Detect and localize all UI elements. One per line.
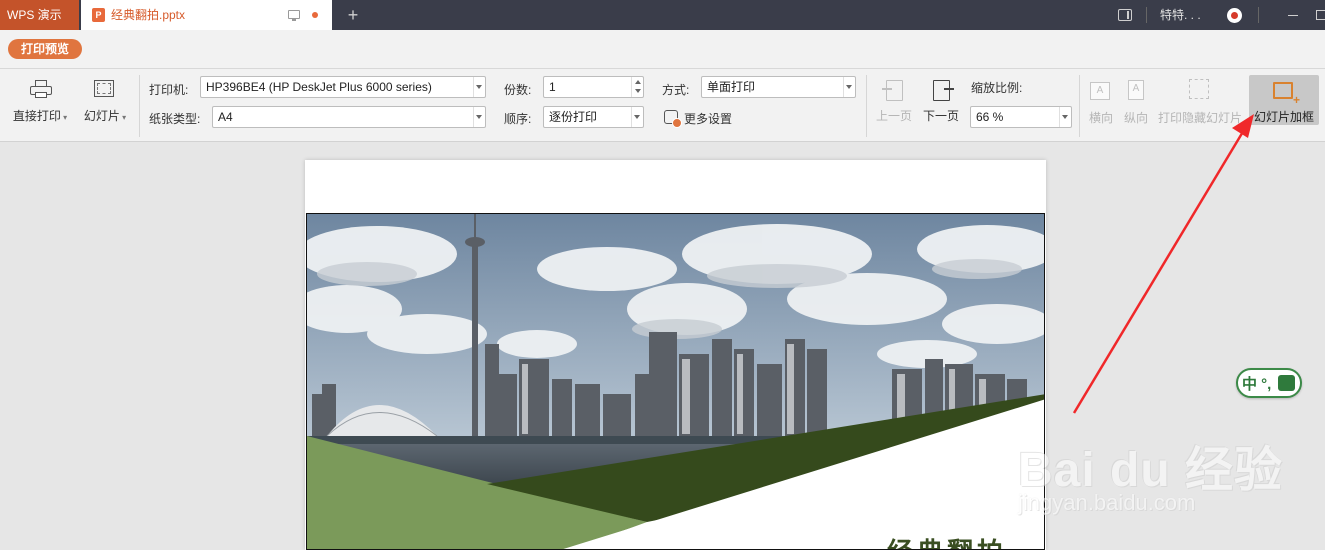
prev-page-button[interactable]: 上一页 [872,75,916,135]
frame-slides-text: 幻灯片加框 [1249,75,1319,125]
slide-preview: 经典翻拍 [306,213,1045,550]
city-skyline-image [307,214,1044,549]
order-value: 逐份打印 [549,110,598,124]
title-divider [1146,7,1147,23]
frame-slides-label: 幻灯片加框 [1253,110,1314,124]
paper-type-label: 纸张类型: [149,112,201,126]
paper-type-value: A4 [218,110,233,124]
copies-label: 份数: [504,83,532,97]
baidu-watermark: Bai du 经验 jingyan.baidu.com [1010,406,1310,531]
prev-page-icon [882,80,903,101]
mode-label: 方式: [662,83,690,97]
ime-status-badge[interactable]: 中 °, [1236,368,1302,398]
print-preview-button[interactable]: 打印预览 [8,39,82,59]
zoom-select[interactable]: 66 % [970,106,1072,128]
direct-print-button[interactable]: 直接打印 [8,75,72,135]
paper-type-select[interactable]: A4 [212,106,486,128]
frame-slides-button[interactable]: 幻灯片加框 [1249,75,1319,125]
toolbar-divider [1079,75,1080,137]
chevron-down-icon [843,77,855,97]
hidden-slide-icon [1189,79,1209,99]
chevron-down-icon [473,107,485,127]
copies-value: 1 [549,80,556,94]
mode-value: 单面打印 [707,80,756,94]
next-page-label: 下一页 [922,109,959,123]
printer-value: HP396BE4 (HP DeskJet Plus 6000 series) [206,80,432,94]
watermark-url: jingyan.baidu.com [1018,490,1196,515]
print-toolbar: 直接打印 幻灯片 打印机: HP396BE4 (HP DeskJet Plus … [0,68,1325,142]
order-select[interactable]: 逐份打印 [543,106,644,128]
direct-print-label: 直接打印 [8,107,72,124]
avatar[interactable] [1227,8,1242,23]
portrait-button[interactable]: A 纵向 [1120,75,1152,135]
printer-select[interactable]: HP396BE4 (HP DeskJet Plus 6000 series) [200,76,486,98]
slide-title: 经典翻拍 [887,532,1007,549]
mode-select[interactable]: 单面打印 [701,76,856,98]
settings-icon [664,110,682,128]
landscape-label: 横向 [1088,111,1113,125]
copies-stepper[interactable]: 1 [543,76,644,98]
chevron-down-icon [631,107,643,127]
app-tab-wps[interactable]: WPS 演示 [0,0,79,30]
slides-button[interactable]: 幻灯片 [78,75,132,135]
minimize-icon[interactable] [1288,15,1298,16]
ime-status-text: 中 °, [1242,376,1272,393]
portrait-label: 纵向 [1123,111,1148,125]
zoom-value: 66 % [976,110,1004,124]
landscape-icon: A [1090,82,1110,100]
monitor-icon[interactable] [288,10,300,21]
slide-icon [94,80,114,97]
slides-label: 幻灯片 [78,107,132,124]
toolbar-divider [139,75,140,137]
spin-arrows-icon[interactable] [631,77,643,97]
print-page: 经典翻拍 [305,160,1046,550]
layout-toggle-icon[interactable] [1118,9,1132,21]
next-page-icon [933,80,954,101]
portrait-icon: A [1128,80,1144,100]
more-settings-link[interactable]: 更多设置 [684,110,732,127]
document-tab-title: 经典翻拍.pptx [111,8,186,22]
document-tab[interactable]: P 经典翻拍.pptx [81,0,332,30]
chevron-down-icon [1059,107,1071,127]
order-label: 顺序: [504,112,532,126]
chevron-down-icon [473,77,485,97]
new-tab-icon[interactable]: + [344,5,362,25]
user-name[interactable]: 特特. . . [1160,0,1201,30]
restore-icon[interactable] [1316,10,1325,20]
title-bar: WPS 演示 P 经典翻拍.pptx + 特特. . . [0,0,1325,30]
printer-label: 打印机: [149,83,189,97]
printer-icon [30,80,52,98]
skin-icon [1278,375,1295,391]
print-hidden-slides-label: 打印隐藏幻灯片 [1157,111,1242,125]
print-preview-bar: 打印预览 [0,30,1325,68]
print-hidden-slides-button[interactable]: 打印隐藏幻灯片 [1156,75,1244,135]
next-page-button[interactable]: 下一页 [919,75,963,135]
zoom-label: 缩放比例: [971,81,1023,95]
title-divider [1258,7,1259,23]
unsaved-dot-icon [312,12,318,18]
pptx-file-icon: P [92,8,105,22]
landscape-button[interactable]: A 横向 [1085,75,1117,135]
toolbar-divider [866,75,867,137]
prev-page-label: 上一页 [875,109,912,123]
